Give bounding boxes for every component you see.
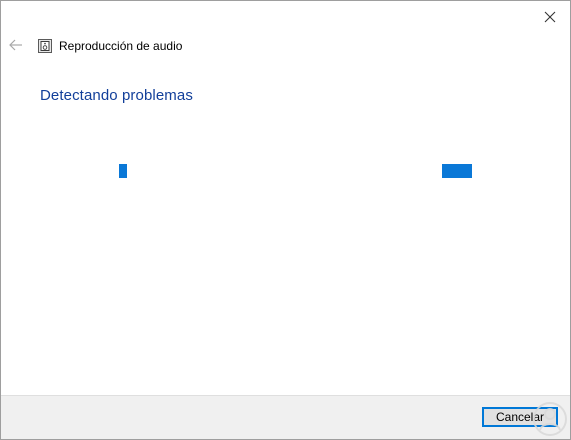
close-button[interactable] <box>532 3 568 31</box>
back-button[interactable] <box>7 35 25 55</box>
back-arrow-icon <box>9 39 22 51</box>
progress-indicator <box>1 164 570 178</box>
title-row: Reproducción de audio <box>38 38 182 54</box>
progress-dot <box>442 164 472 178</box>
speaker-troubleshooter-icon <box>38 39 52 53</box>
page-heading: Detectando problemas <box>40 87 193 104</box>
watermark-logo-icon <box>533 402 567 436</box>
close-icon <box>544 11 556 23</box>
troubleshooter-window: Reproducción de audio Detectando problem… <box>0 0 571 440</box>
footer-bar: Cancelar <box>1 395 570 439</box>
window-title: Reproducción de audio <box>59 39 183 53</box>
progress-dot <box>119 164 127 178</box>
